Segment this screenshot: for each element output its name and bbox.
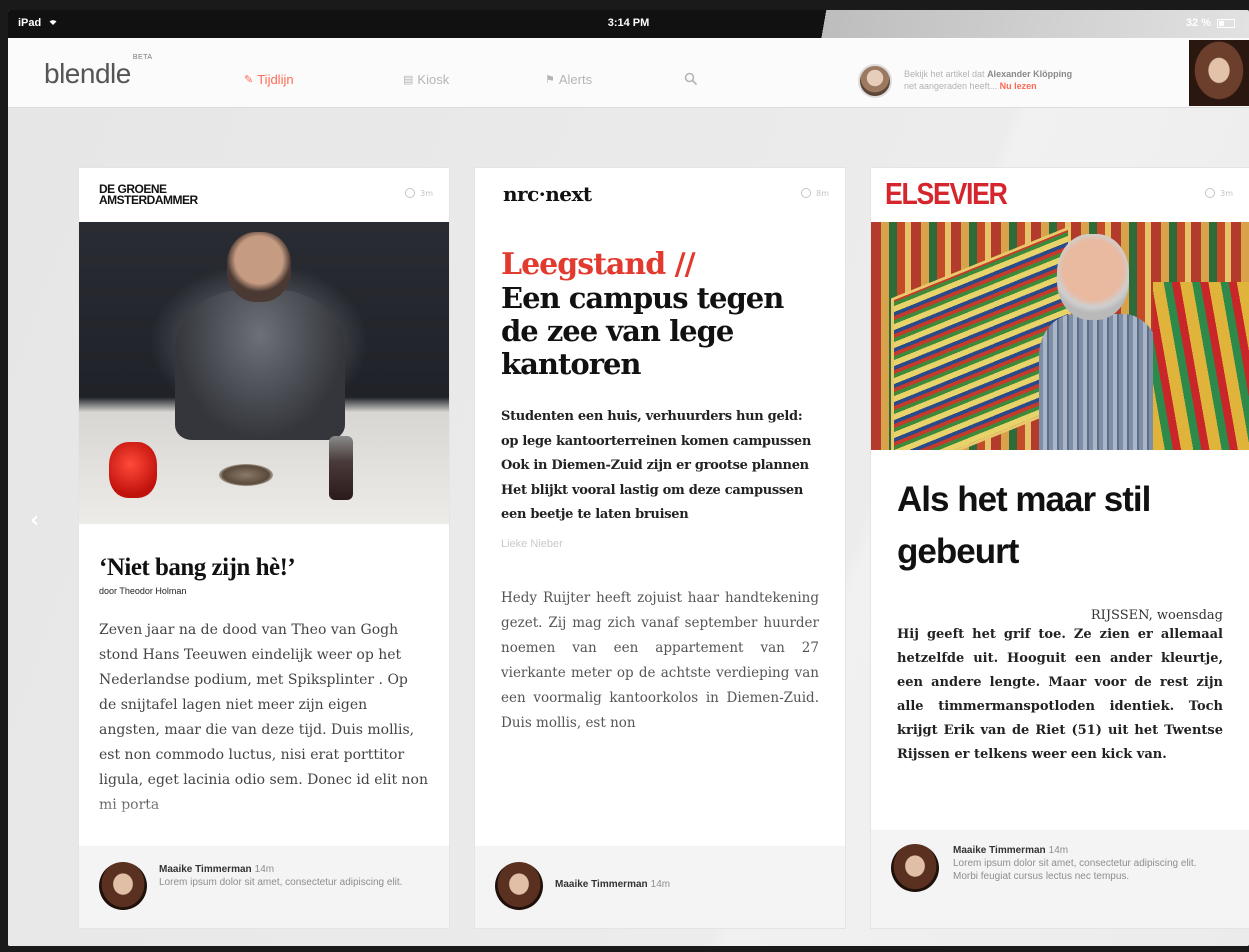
comment-time: 14m <box>254 864 275 875</box>
article-byline: Lieke Nieber <box>501 537 563 550</box>
nav-tab-kiosk[interactable]: ▤ Kiosk <box>403 72 449 87</box>
publication-logo-elsevier: ELSEVIER <box>885 176 1008 211</box>
battery-percentage: 32 % <box>1185 17 1211 29</box>
clock-icon <box>405 188 416 198</box>
card-header: ELSEVIER 3m <box>871 168 1249 222</box>
flag-icon: ⚑ <box>545 74 555 86</box>
article-dateline: RIJSSEN, woensdag <box>1090 608 1223 623</box>
recommender-avatar[interactable] <box>858 64 892 98</box>
article-title: ‘Niet bang zijn hè!’ <box>99 554 296 581</box>
comment-footer[interactable]: Maaike Timmerman 14m Lorem ipsum dolor si… <box>79 846 449 928</box>
ipad-screen: iPad 3:14 PM 32 % blendleBETA ✎ Tijdlijn… <box>8 10 1249 946</box>
article-excerpt: Hedy Ruijter heeft zojuist haar handteke… <box>501 589 819 731</box>
avatar <box>495 862 543 910</box>
article-time: 8m <box>801 188 829 198</box>
read-now-link[interactable]: Nu lezen <box>1000 81 1037 91</box>
recommendation-notification[interactable]: Bekijk het artikel dat Alexander Klöppin… <box>904 68 1174 92</box>
clock-icon <box>801 188 812 198</box>
article-kicker: Leegstand // <box>501 247 696 282</box>
card-header: nrc·next 8m <box>475 168 845 222</box>
avatar <box>99 862 147 910</box>
user-profile-photo[interactable] <box>1189 40 1249 106</box>
article-time: 3m <box>1205 188 1233 198</box>
comment-time: 14m <box>650 879 671 890</box>
article-card[interactable]: nrc·next 8m Leegstand // Een campus tege… <box>475 168 845 928</box>
commenter-name: Maaike Timmerman <box>555 879 648 890</box>
article-photo <box>79 222 449 524</box>
chevron-left-icon[interactable]: ‹ <box>30 508 39 533</box>
clock: 3:14 PM <box>607 17 650 29</box>
beta-badge: BETA <box>132 53 153 61</box>
article-photo <box>871 222 1249 450</box>
nav-tab-label: Tijdlijn <box>257 72 294 87</box>
top-navigation: blendleBETA ✎ Tijdlijn ▤ Kiosk ⚑ Alerts … <box>8 38 1249 108</box>
comment-footer[interactable]: Maaike Timmerman 14m <box>475 846 845 928</box>
article-time: 3m <box>405 188 433 198</box>
comment-time: 14m <box>1048 845 1069 856</box>
clock-icon <box>1205 188 1216 198</box>
search-icon[interactable] <box>684 71 698 86</box>
blendle-logo[interactable]: blendleBETA <box>44 54 152 90</box>
article-lead: Studenten een huis, verhuurders hun geld… <box>501 409 812 522</box>
newspaper-icon: ▤ <box>403 74 414 86</box>
recommender-name: Alexander Klöpping <box>987 69 1073 79</box>
nav-tab-label: Alerts <box>558 72 593 87</box>
pencil-icon: ✎ <box>244 74 254 86</box>
nav-tab-tijdlijn[interactable]: ✎ Tijdlijn <box>244 72 294 87</box>
article-author: door Theodor Holman <box>99 586 187 596</box>
article-title: Een campus tegen de zee van lege kantore… <box>501 281 784 381</box>
avatar <box>891 844 939 892</box>
comment-text: Lorem ipsum dolor sit amet, consectetur … <box>953 858 1197 882</box>
article-excerpt: Hij geeft het grif toe. Ze zien er allem… <box>897 627 1223 762</box>
status-bar: iPad 3:14 PM 32 % <box>8 10 1249 38</box>
publication-logo-nrc-next: nrc·next <box>503 182 592 206</box>
article-card[interactable]: ELSEVIER 3m Als het maar stil gebeurt RI… <box>871 168 1249 928</box>
nav-tab-alerts[interactable]: ⚑ Alerts <box>545 72 592 87</box>
nav-tab-label: Kiosk <box>417 72 450 87</box>
battery-icon <box>1217 18 1235 28</box>
article-excerpt: Zeven jaar na de dood van Theo van Gogh … <box>99 622 429 813</box>
publication-logo-groene: DE GROENE AMSTERDAMMER <box>99 182 198 207</box>
comment-footer[interactable]: Maaike Timmerman 14m Lorem ipsum dolor si… <box>871 830 1249 928</box>
timeline: ‹ DE GROENE AMSTERDAMMER 3m ‘Niet bang z… <box>8 108 1249 946</box>
comment-text: Lorem ipsum dolor sit amet, consectetur … <box>159 877 403 888</box>
notification-text-end: net aangeraden heeft... <box>904 81 998 91</box>
commenter-name: Maaike Timmerman <box>953 845 1046 856</box>
card-header: DE GROENE AMSTERDAMMER 3m <box>79 168 449 222</box>
article-title: Als het maar stil gebeurt <box>897 480 1151 571</box>
commenter-name: Maaike Timmerman <box>159 864 252 875</box>
article-card[interactable]: DE GROENE AMSTERDAMMER 3m ‘Niet bang zij… <box>79 168 449 928</box>
logo-text: blendle <box>44 58 131 89</box>
notification-text: Bekijk het artikel dat <box>904 69 985 79</box>
